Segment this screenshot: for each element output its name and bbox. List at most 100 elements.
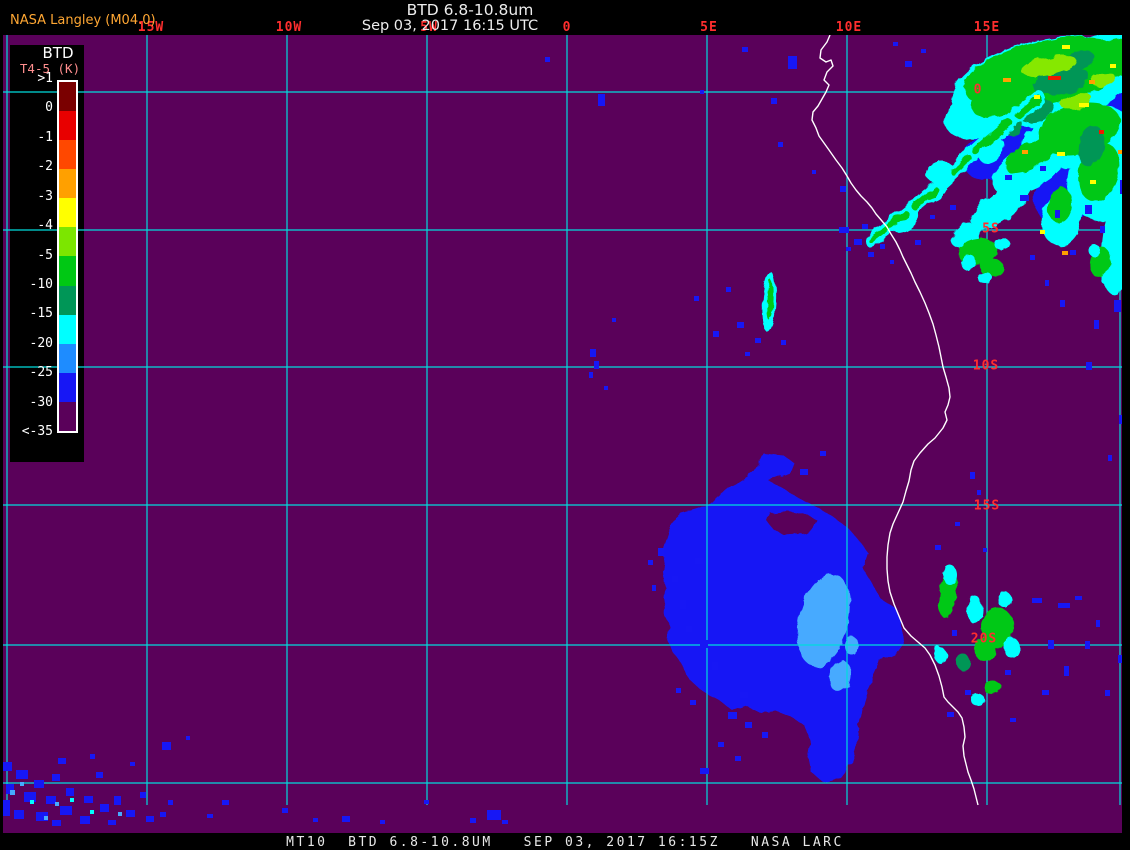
cloud-speck xyxy=(977,490,981,495)
cloud-speck xyxy=(839,227,849,233)
cloud-speck xyxy=(1089,80,1095,84)
cloud-mass xyxy=(1101,270,1115,286)
cloud-speck xyxy=(1062,251,1068,255)
cloud-speck xyxy=(2,762,12,771)
cloud-speck xyxy=(84,796,93,803)
colorbar-tick: 0 xyxy=(45,100,53,116)
cloud-speck xyxy=(207,814,213,818)
cloud-speck xyxy=(700,640,708,648)
cloud-speck xyxy=(100,804,109,812)
cloud-speck xyxy=(108,820,116,825)
cloud-speck xyxy=(1040,230,1045,234)
cloud-speck xyxy=(1079,103,1089,107)
cloud-speck xyxy=(342,816,350,822)
lon-label-0: 0 xyxy=(562,20,572,35)
cloud-mass xyxy=(960,254,976,270)
cloud-speck xyxy=(114,796,121,805)
cloud-speck xyxy=(1085,641,1090,649)
cloud-speck xyxy=(788,56,797,69)
cloud-speck xyxy=(915,240,921,245)
cloud-speck xyxy=(712,662,718,670)
lat-label-15S: 15S xyxy=(973,498,1001,514)
cloud-speck xyxy=(680,600,686,609)
cloud-speck xyxy=(658,548,664,556)
cloud-speck xyxy=(10,790,15,795)
cloud-speck xyxy=(781,340,786,345)
colorbar-tick: -2 xyxy=(37,159,53,175)
colorbar-segment xyxy=(59,82,76,112)
cloud-speck xyxy=(90,810,94,814)
cloud-speck xyxy=(854,239,862,245)
cloud-speck xyxy=(846,247,851,251)
map-canvas xyxy=(2,30,1130,826)
cloud-speck xyxy=(44,816,48,820)
cloud-speck xyxy=(695,558,703,564)
colorbar-segment xyxy=(59,285,76,315)
cloud-speck xyxy=(594,361,599,369)
cloud-speck xyxy=(1062,45,1070,49)
cloud-speck xyxy=(90,754,95,759)
cloud-speck xyxy=(970,472,975,479)
cloud-speck xyxy=(700,768,709,774)
cloud-speck xyxy=(55,802,59,806)
cloud-speck xyxy=(1055,210,1060,218)
colorbar-tick: -1 xyxy=(37,129,53,145)
cloud-speck xyxy=(800,469,808,475)
cloud-speck xyxy=(1048,640,1054,649)
cloud-speck xyxy=(1030,255,1035,260)
cloud-speck xyxy=(1096,620,1100,627)
cloud-mass xyxy=(977,273,993,283)
page-title: BTD 6.8-10.8um xyxy=(406,1,534,19)
cloud-speck xyxy=(52,820,61,826)
cloud-speck xyxy=(745,722,752,728)
cloud-speck xyxy=(672,576,678,582)
cloud-speck xyxy=(735,756,741,761)
cloud-speck xyxy=(840,186,846,192)
cloud-speck xyxy=(16,770,28,779)
lon-label-10E: 10E xyxy=(835,20,863,35)
colorbar-segment xyxy=(59,401,76,431)
cloud-speck xyxy=(905,61,912,67)
colorbar-segment xyxy=(59,227,76,257)
cloud-speck xyxy=(935,545,941,550)
colorbar-segment xyxy=(59,111,76,141)
cloud-speck xyxy=(930,215,935,219)
cloud-speck xyxy=(676,688,681,693)
colorbar-title: BTD xyxy=(42,44,74,62)
timestamp-title: Sep 03, 2017 16:15 UTC xyxy=(361,18,539,34)
cloud-speck xyxy=(126,810,135,817)
colorbar-tick: -10 xyxy=(29,276,53,292)
cloud-speck xyxy=(862,224,868,229)
colorbar-segment xyxy=(59,343,76,373)
cloud-speck xyxy=(502,820,508,824)
cloud-speck xyxy=(890,260,894,264)
colorbar-tick: -25 xyxy=(29,365,53,381)
cloud-speck xyxy=(893,42,898,46)
cloud-mass xyxy=(1004,638,1020,658)
cloud-speck xyxy=(604,386,608,390)
cloud-speck xyxy=(3,800,10,816)
colorbar-tick: -30 xyxy=(29,394,53,410)
colorbar-segment xyxy=(59,169,76,199)
cloud-speck xyxy=(652,585,656,591)
cloud-speck xyxy=(140,792,146,798)
cloud-speck xyxy=(1090,180,1096,184)
cloud-speck xyxy=(130,762,135,766)
colorbar-segment xyxy=(59,140,76,170)
colorbar-unit-label: T4-5 (K) xyxy=(19,61,81,76)
cloud-speck xyxy=(755,338,761,343)
cloud-mass xyxy=(994,238,1010,250)
colorbar-tick: -5 xyxy=(37,247,53,263)
colorbar-tick: -15 xyxy=(29,306,53,322)
cloud-speck xyxy=(694,296,699,301)
cloud-mass xyxy=(998,592,1012,608)
cloud-speck xyxy=(118,812,122,816)
cloud-speck xyxy=(598,94,605,106)
cloud-speck xyxy=(742,47,748,52)
cloud-speck xyxy=(950,205,956,210)
cloud-speck xyxy=(1086,362,1092,370)
colorbar-tick: -3 xyxy=(37,188,53,204)
cloud-mass xyxy=(943,565,957,585)
satellite-btd-viewer: BTD 6.8-10.8um Sep 03, 2017 16:15 UTC NA… xyxy=(0,0,1130,850)
cloud-speck xyxy=(771,98,777,104)
